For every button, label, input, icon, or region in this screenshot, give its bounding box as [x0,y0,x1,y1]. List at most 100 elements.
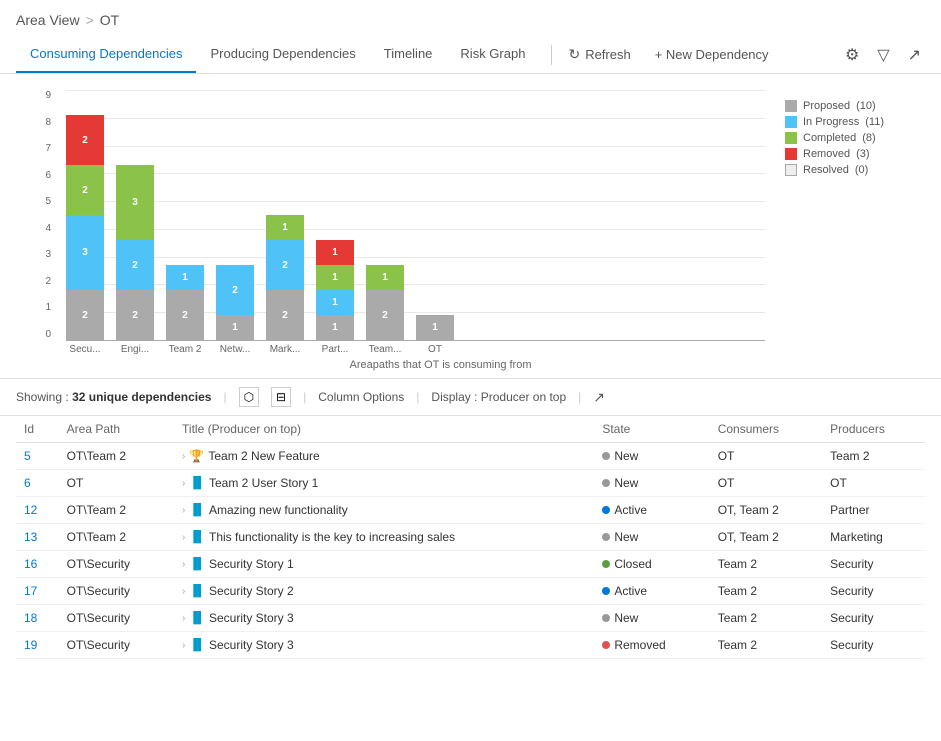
story-icon: ▐▌ [189,477,205,489]
col-id: Id [16,416,59,443]
cell-title: › ▐▌ Team 2 User Story 1 [174,470,594,497]
legend-completed: Completed (8) [785,132,905,144]
id-link[interactable]: 6 [24,476,31,490]
breadcrumb-area[interactable]: Area View [16,12,80,28]
cell-producers: Team 2 [822,443,925,470]
expand-arrow: › [182,505,185,516]
expand-arrow: › [182,532,185,543]
state-text: Removed [614,638,665,652]
chart-container: 0 1 2 3 4 5 6 7 8 9 [16,90,925,370]
cell-id: 5 [16,443,59,470]
state-dot [602,641,610,649]
trophy-icon: 🏆 [189,449,204,463]
title-text: Security Story 3 [209,638,294,652]
col-consumers: Consumers [710,416,822,443]
id-link[interactable]: 12 [24,503,37,517]
id-link[interactable]: 17 [24,584,37,598]
col-producers: Producers [822,416,925,443]
filter-button[interactable]: ▽ [873,41,893,69]
expand-arrow: › [182,640,185,651]
id-link[interactable]: 19 [24,638,37,652]
expand-arrow: › [182,586,185,597]
expand-button[interactable]: ↗ [904,41,925,69]
cell-title: › ▐▌ Security Story 3 [174,605,594,632]
tab-divider [551,45,552,65]
cell-state: Active [594,578,709,605]
state-dot [602,614,610,622]
col-state: State [594,416,709,443]
cell-consumers: OT, Team 2 [710,524,822,551]
tab-risk[interactable]: Risk Graph [446,36,539,73]
chart-section: 0 1 2 3 4 5 6 7 8 9 [0,74,941,378]
title-text: Security Story 1 [209,557,294,571]
settings-button[interactable]: ⚙ [841,41,863,69]
legend-proposed: Proposed (10) [785,100,905,112]
table-row: 19 OT\Security › ▐▌ Security Story 3 Rem… [16,632,925,659]
story-icon: ▐▌ [189,585,205,597]
title-text: Amazing new functionality [209,503,348,517]
story-icon: ▐▌ [189,612,205,624]
cell-area-path: OT\Security [59,605,174,632]
id-link[interactable]: 18 [24,611,37,625]
cell-consumers: Team 2 [710,551,822,578]
cell-area-path: OT\Team 2 [59,524,174,551]
cell-id: 17 [16,578,59,605]
cell-state: New [594,524,709,551]
bar-team: 2 1 [366,265,404,340]
column-options[interactable]: Column Options [318,390,404,404]
table-row: 6 OT › ▐▌ Team 2 User Story 1 New OT OT [16,470,925,497]
bar-netw: 1 2 [216,265,254,340]
cell-state: New [594,605,709,632]
id-link[interactable]: 5 [24,449,31,463]
cell-producers: Security [822,605,925,632]
cell-title: › ▐▌ Security Story 2 [174,578,594,605]
cell-state: Active [594,497,709,524]
cell-producers: Security [822,551,925,578]
cell-id: 13 [16,524,59,551]
dependencies-table: Id Area Path Title (Producer on top) Sta… [16,416,925,659]
refresh-icon: ↻ [568,46,580,63]
legend-resolved: Resolved (0) [785,164,905,176]
x-axis-labels: Secu... Engi... Team 2 Netw... Mark... P… [66,344,765,355]
collapse-table-button[interactable]: ⊟ [271,387,291,407]
tab-timeline[interactable]: Timeline [370,36,447,73]
x-axis-title: Areapaths that OT is consuming from [66,359,765,371]
refresh-button[interactable]: ↻ Refresh [564,38,634,71]
id-link[interactable]: 16 [24,557,37,571]
cell-consumers: OT [710,470,822,497]
tab-consuming[interactable]: Consuming Dependencies [16,36,196,73]
bar-secu: 2 3 2 2 [66,115,104,340]
cell-consumers: Team 2 [710,605,822,632]
table-section: Id Area Path Title (Producer on top) Sta… [0,416,941,659]
toolbar-icons: ⚙ ▽ ↗ [841,41,925,69]
legend-inprogress: In Progress (11) [785,116,905,128]
cell-area-path: OT\Security [59,632,174,659]
tab-actions: ↻ Refresh + New Dependency [564,38,772,71]
state-dot [602,587,610,595]
state-text: Closed [614,557,651,571]
title-text: Team 2 New Feature [208,449,319,463]
cell-state: New [594,470,709,497]
cell-producers: OT [822,470,925,497]
cell-id: 19 [16,632,59,659]
tabs-bar: Consuming Dependencies Producing Depende… [0,36,941,74]
fullscreen-icon[interactable]: ↗ [593,389,605,406]
legend-removed: Removed (3) [785,148,905,160]
story-icon: ▐▌ [189,531,205,543]
chart-legend: Proposed (10) In Progress (11) Completed… [765,90,925,186]
id-link[interactable]: 13 [24,530,37,544]
cell-id: 18 [16,605,59,632]
cell-state: New [594,443,709,470]
expand-arrow: › [182,478,185,489]
state-text: Active [614,584,647,598]
new-dependency-button[interactable]: + New Dependency [651,39,773,70]
expand-table-button[interactable]: ⬡ [239,387,259,407]
y-axis: 0 1 2 3 4 5 6 7 8 9 [16,90,56,340]
display-label: Display : Producer on top [431,390,566,404]
cell-consumers: Team 2 [710,578,822,605]
cell-state: Removed [594,632,709,659]
table-header-row: Id Area Path Title (Producer on top) Sta… [16,416,925,443]
bar-team2: 2 1 [166,265,204,340]
col-title: Title (Producer on top) [174,416,594,443]
tab-producing[interactable]: Producing Dependencies [196,36,369,73]
